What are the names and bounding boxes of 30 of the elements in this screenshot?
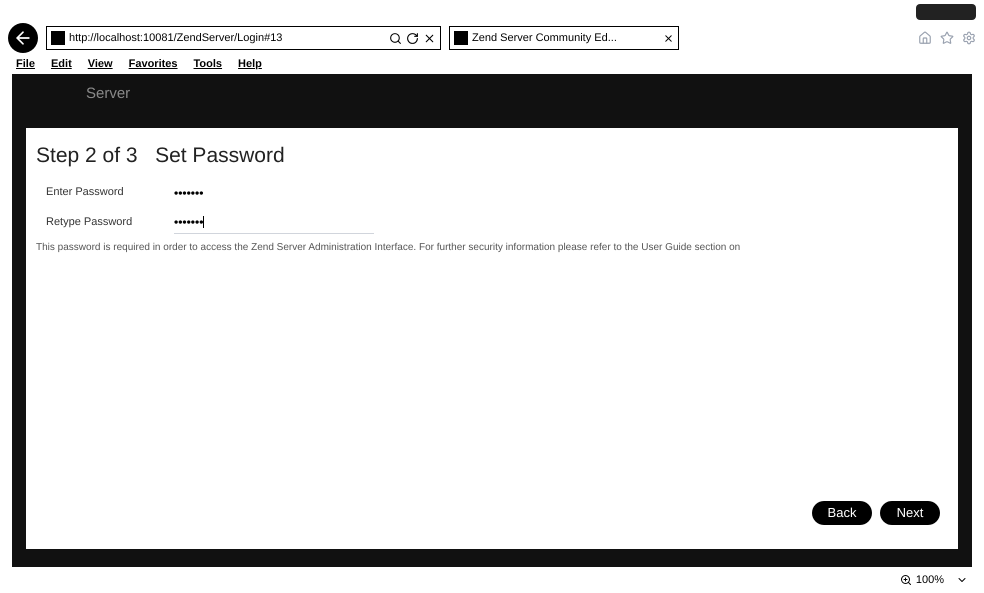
menu-item[interactable]: Help [238, 56, 262, 72]
tab-icon [454, 31, 468, 45]
settings-icon[interactable] [962, 31, 976, 45]
menu-item[interactable]: Edit [50, 56, 72, 72]
zoom-icon [900, 574, 912, 586]
menu-item[interactable]: Tools [194, 56, 222, 72]
password-note: This password is required in order to access the Zend Server Administration Interface. For further security information please refer to the User Guide section on [36, 240, 742, 254]
zoom-level[interactable]: 100% [916, 572, 944, 588]
field-label: Enter Password [46, 185, 125, 200]
home-icon[interactable] [918, 31, 932, 45]
logo-text: Server [86, 84, 130, 104]
page-icon [51, 31, 65, 45]
password-field[interactable]: ••••••• [174, 182, 374, 204]
close-icon[interactable] [423, 32, 436, 44]
field-label: Retype Password [46, 215, 134, 230]
password-field[interactable]: ••••••• [174, 212, 374, 234]
close-icon[interactable] [663, 32, 674, 44]
favorites-icon[interactable] [940, 31, 954, 45]
menu-item[interactable]: View [88, 56, 113, 72]
back-button[interactable] [8, 23, 38, 53]
browser-tab[interactable]: Zend Server Community Ed... [449, 26, 679, 50]
menu-item[interactable]: Favorites [128, 56, 178, 72]
menu-item[interactable]: File [16, 56, 35, 72]
wizard-button[interactable]: Back [812, 501, 872, 525]
refresh-icon[interactable] [406, 32, 419, 44]
address-text: http://localhost:10081/ZendServer/Login#13 [69, 30, 284, 46]
address-bar[interactable]: http://localhost:10081/ZendServer/Login#13 [46, 26, 441, 50]
wizard-button[interactable]: Next [880, 501, 940, 525]
search-icon[interactable] [389, 32, 402, 44]
wizard-title: Step 2 of 3 Set Password [36, 143, 286, 169]
